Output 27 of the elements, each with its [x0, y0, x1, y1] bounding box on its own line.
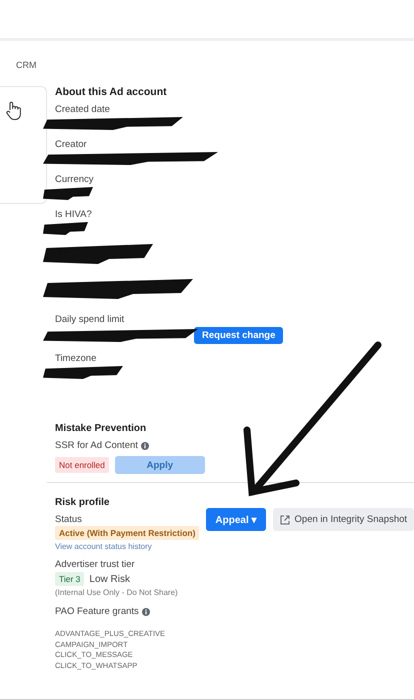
- field-label: Creator: [55, 139, 87, 152]
- field-label: Is HIVA?: [55, 209, 92, 222]
- info-icon: [140, 442, 149, 450]
- info-icon: [142, 608, 150, 616]
- status-badge: Not enrolled: [55, 457, 109, 473]
- status-history-link[interactable]: View account status history: [55, 542, 152, 551]
- note-text: (Internal Use Only - Do Not Share): [55, 588, 178, 597]
- breadcrumb[interactable]: CRM: [0, 41, 414, 74]
- field-label: PAO Feature grants: [55, 606, 139, 617]
- field-label: Advertiser trust tier: [55, 559, 135, 570]
- field-label: Timezone: [55, 353, 96, 366]
- appeal-button[interactable]: Appeal ▾: [206, 508, 266, 531]
- integrity-snapshot-button[interactable]: Open in Integrity Snapshot: [272, 508, 414, 531]
- setting-label: SSR for Ad Content: [55, 440, 138, 451]
- tier-badge: Tier 3: [55, 572, 84, 586]
- field-label: Daily spend limit: [55, 314, 124, 327]
- field-label: Currency: [55, 174, 94, 187]
- status-badge: Active (With Payment Restriction): [55, 526, 200, 540]
- external-link-icon: [280, 514, 290, 524]
- section-title: Mistake Prevention: [55, 423, 148, 434]
- section-title: About this Ad account: [55, 86, 168, 98]
- field-label: Created date: [55, 104, 110, 117]
- field-label: Status: [55, 514, 82, 525]
- section-title: Risk profile: [55, 497, 110, 508]
- hand-cursor-icon: [5, 101, 23, 121]
- risk-level: Low Risk: [89, 574, 130, 584]
- request-change-button[interactable]: Request change: [194, 327, 284, 344]
